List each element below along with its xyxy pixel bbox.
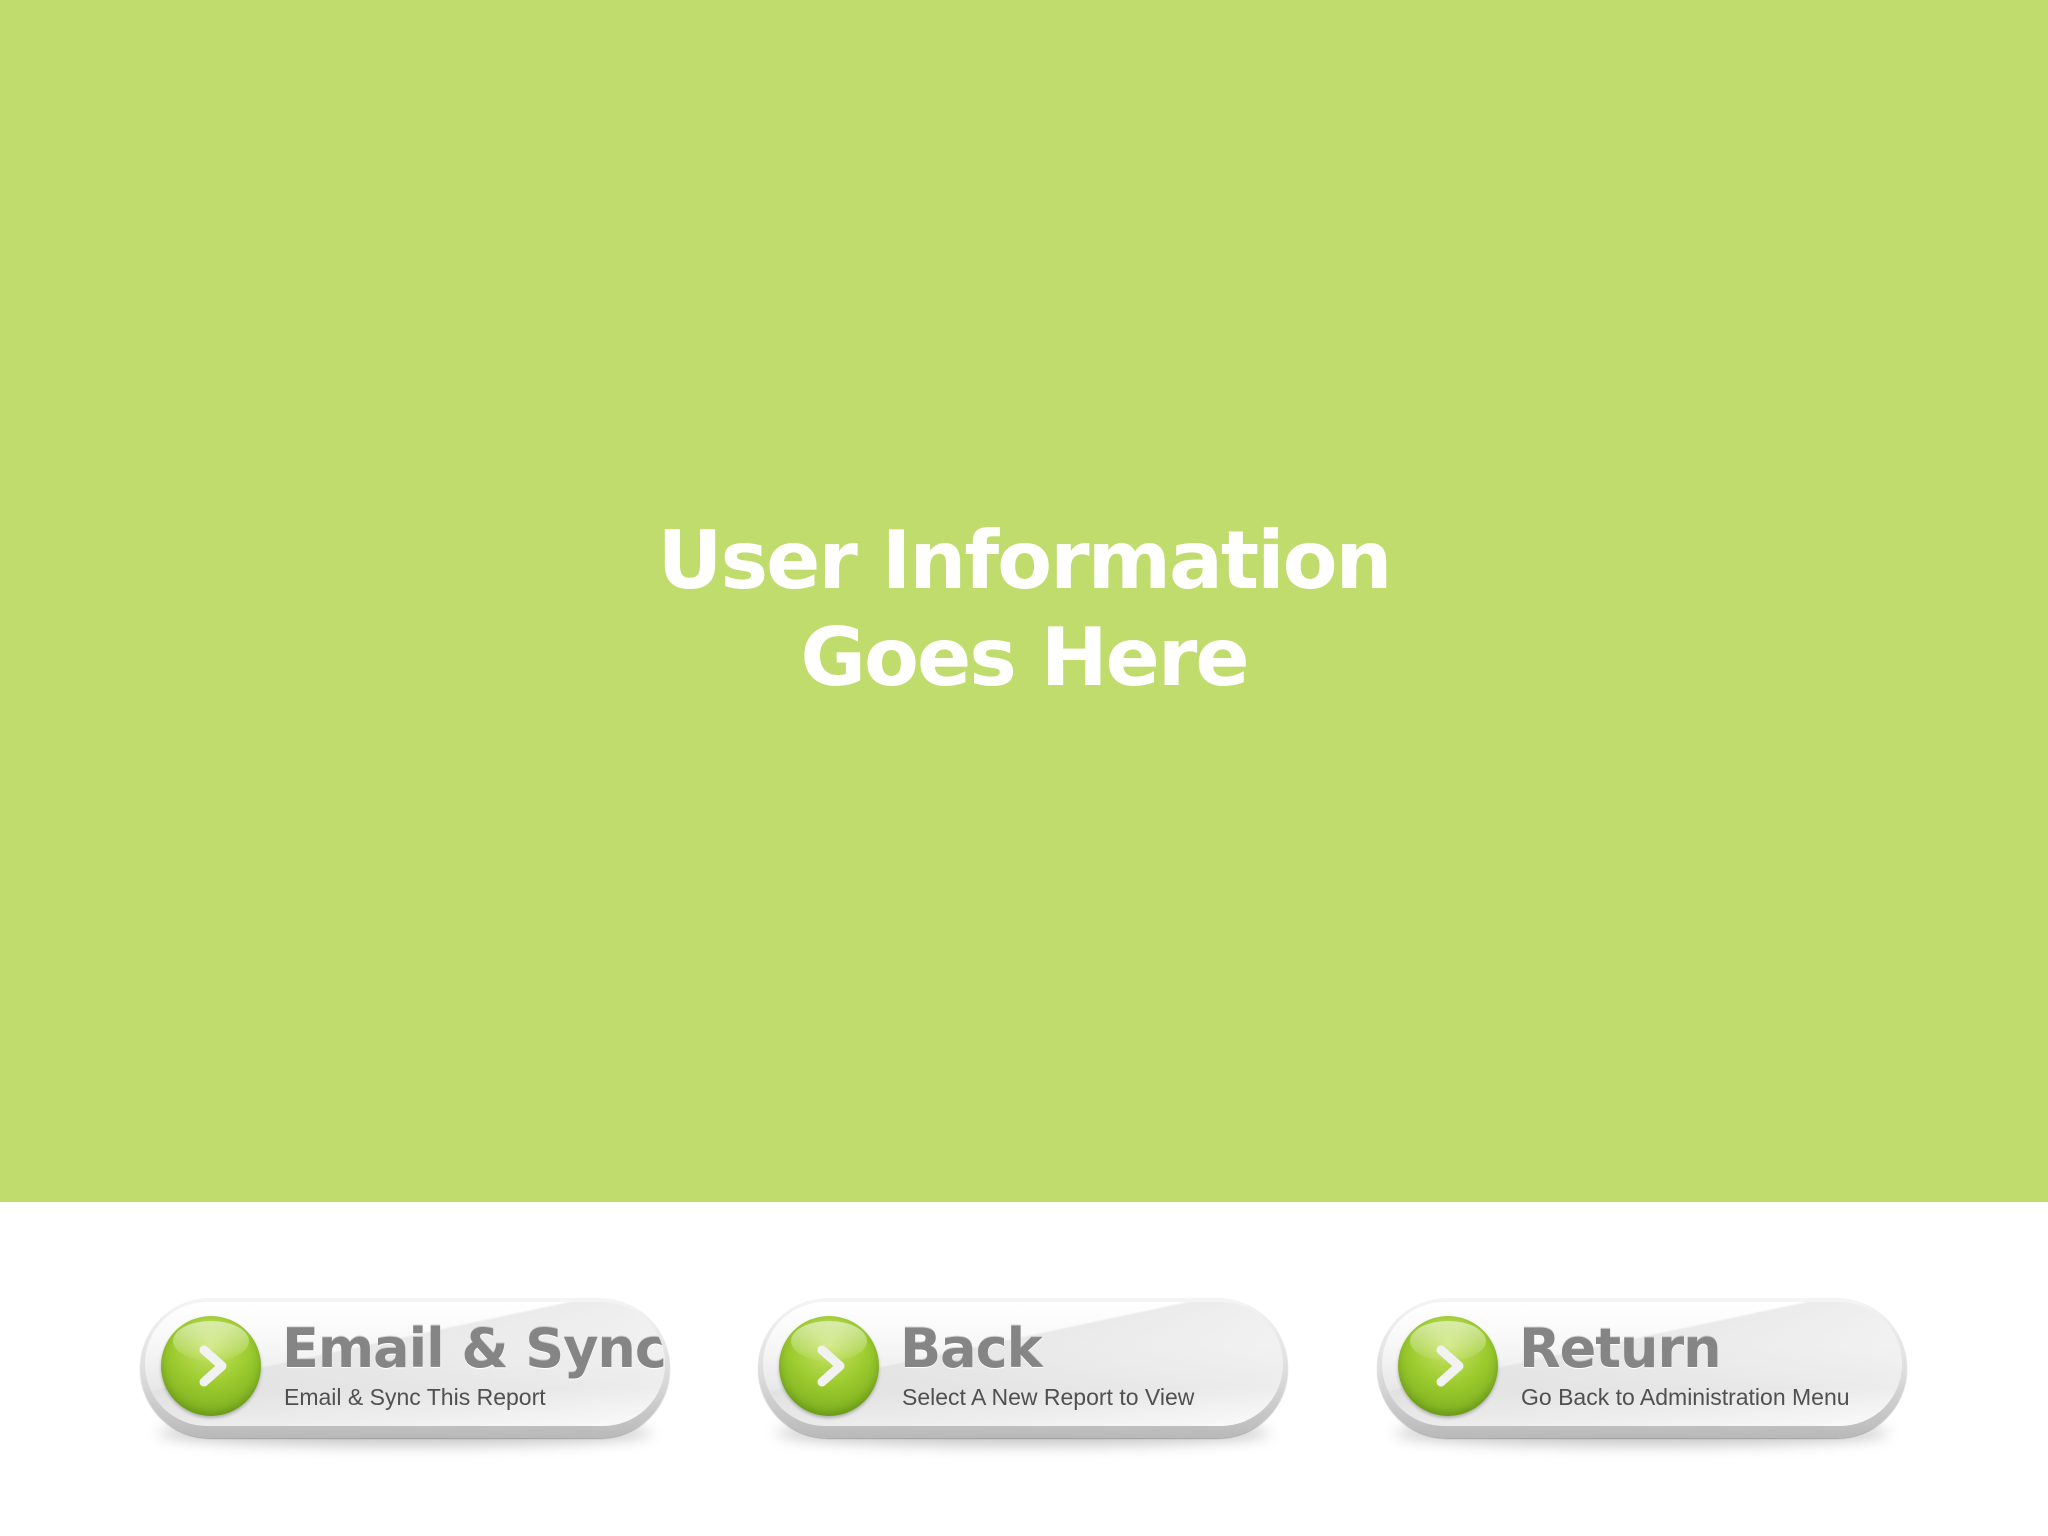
user-info-line-1: User Information — [657, 514, 1393, 607]
user-info-line-2: Goes Here — [800, 611, 1249, 704]
go-orb — [161, 1316, 261, 1416]
email-sync-label: Email & Sync — [282, 1317, 665, 1380]
return-label: Return — [1519, 1317, 1722, 1380]
go-orb — [1398, 1316, 1498, 1416]
user-info-panel: User Information Goes Here — [0, 0, 2048, 1202]
go-orb — [779, 1316, 879, 1416]
return-button[interactable]: Return Go Back to Administration Menu — [1377, 1298, 1907, 1446]
return-description: Go Back to Administration Menu — [1521, 1384, 1850, 1410]
user-info-placeholder: User Information Goes Here — [0, 512, 2048, 706]
email-sync-description: Email & Sync This Report — [284, 1384, 546, 1410]
email-sync-button[interactable]: Email & Sync Email & Sync This Report — [140, 1298, 670, 1446]
back-button[interactable]: Back Select A New Report to View — [758, 1298, 1288, 1446]
report-screen: User Information Goes Here Email & Sync … — [0, 0, 2048, 1536]
back-description: Select A New Report to View — [902, 1384, 1195, 1410]
chevron-right-icon — [1436, 1345, 1464, 1387]
back-label: Back — [900, 1317, 1043, 1380]
chevron-right-icon — [817, 1345, 845, 1387]
chevron-right-icon — [199, 1345, 227, 1387]
